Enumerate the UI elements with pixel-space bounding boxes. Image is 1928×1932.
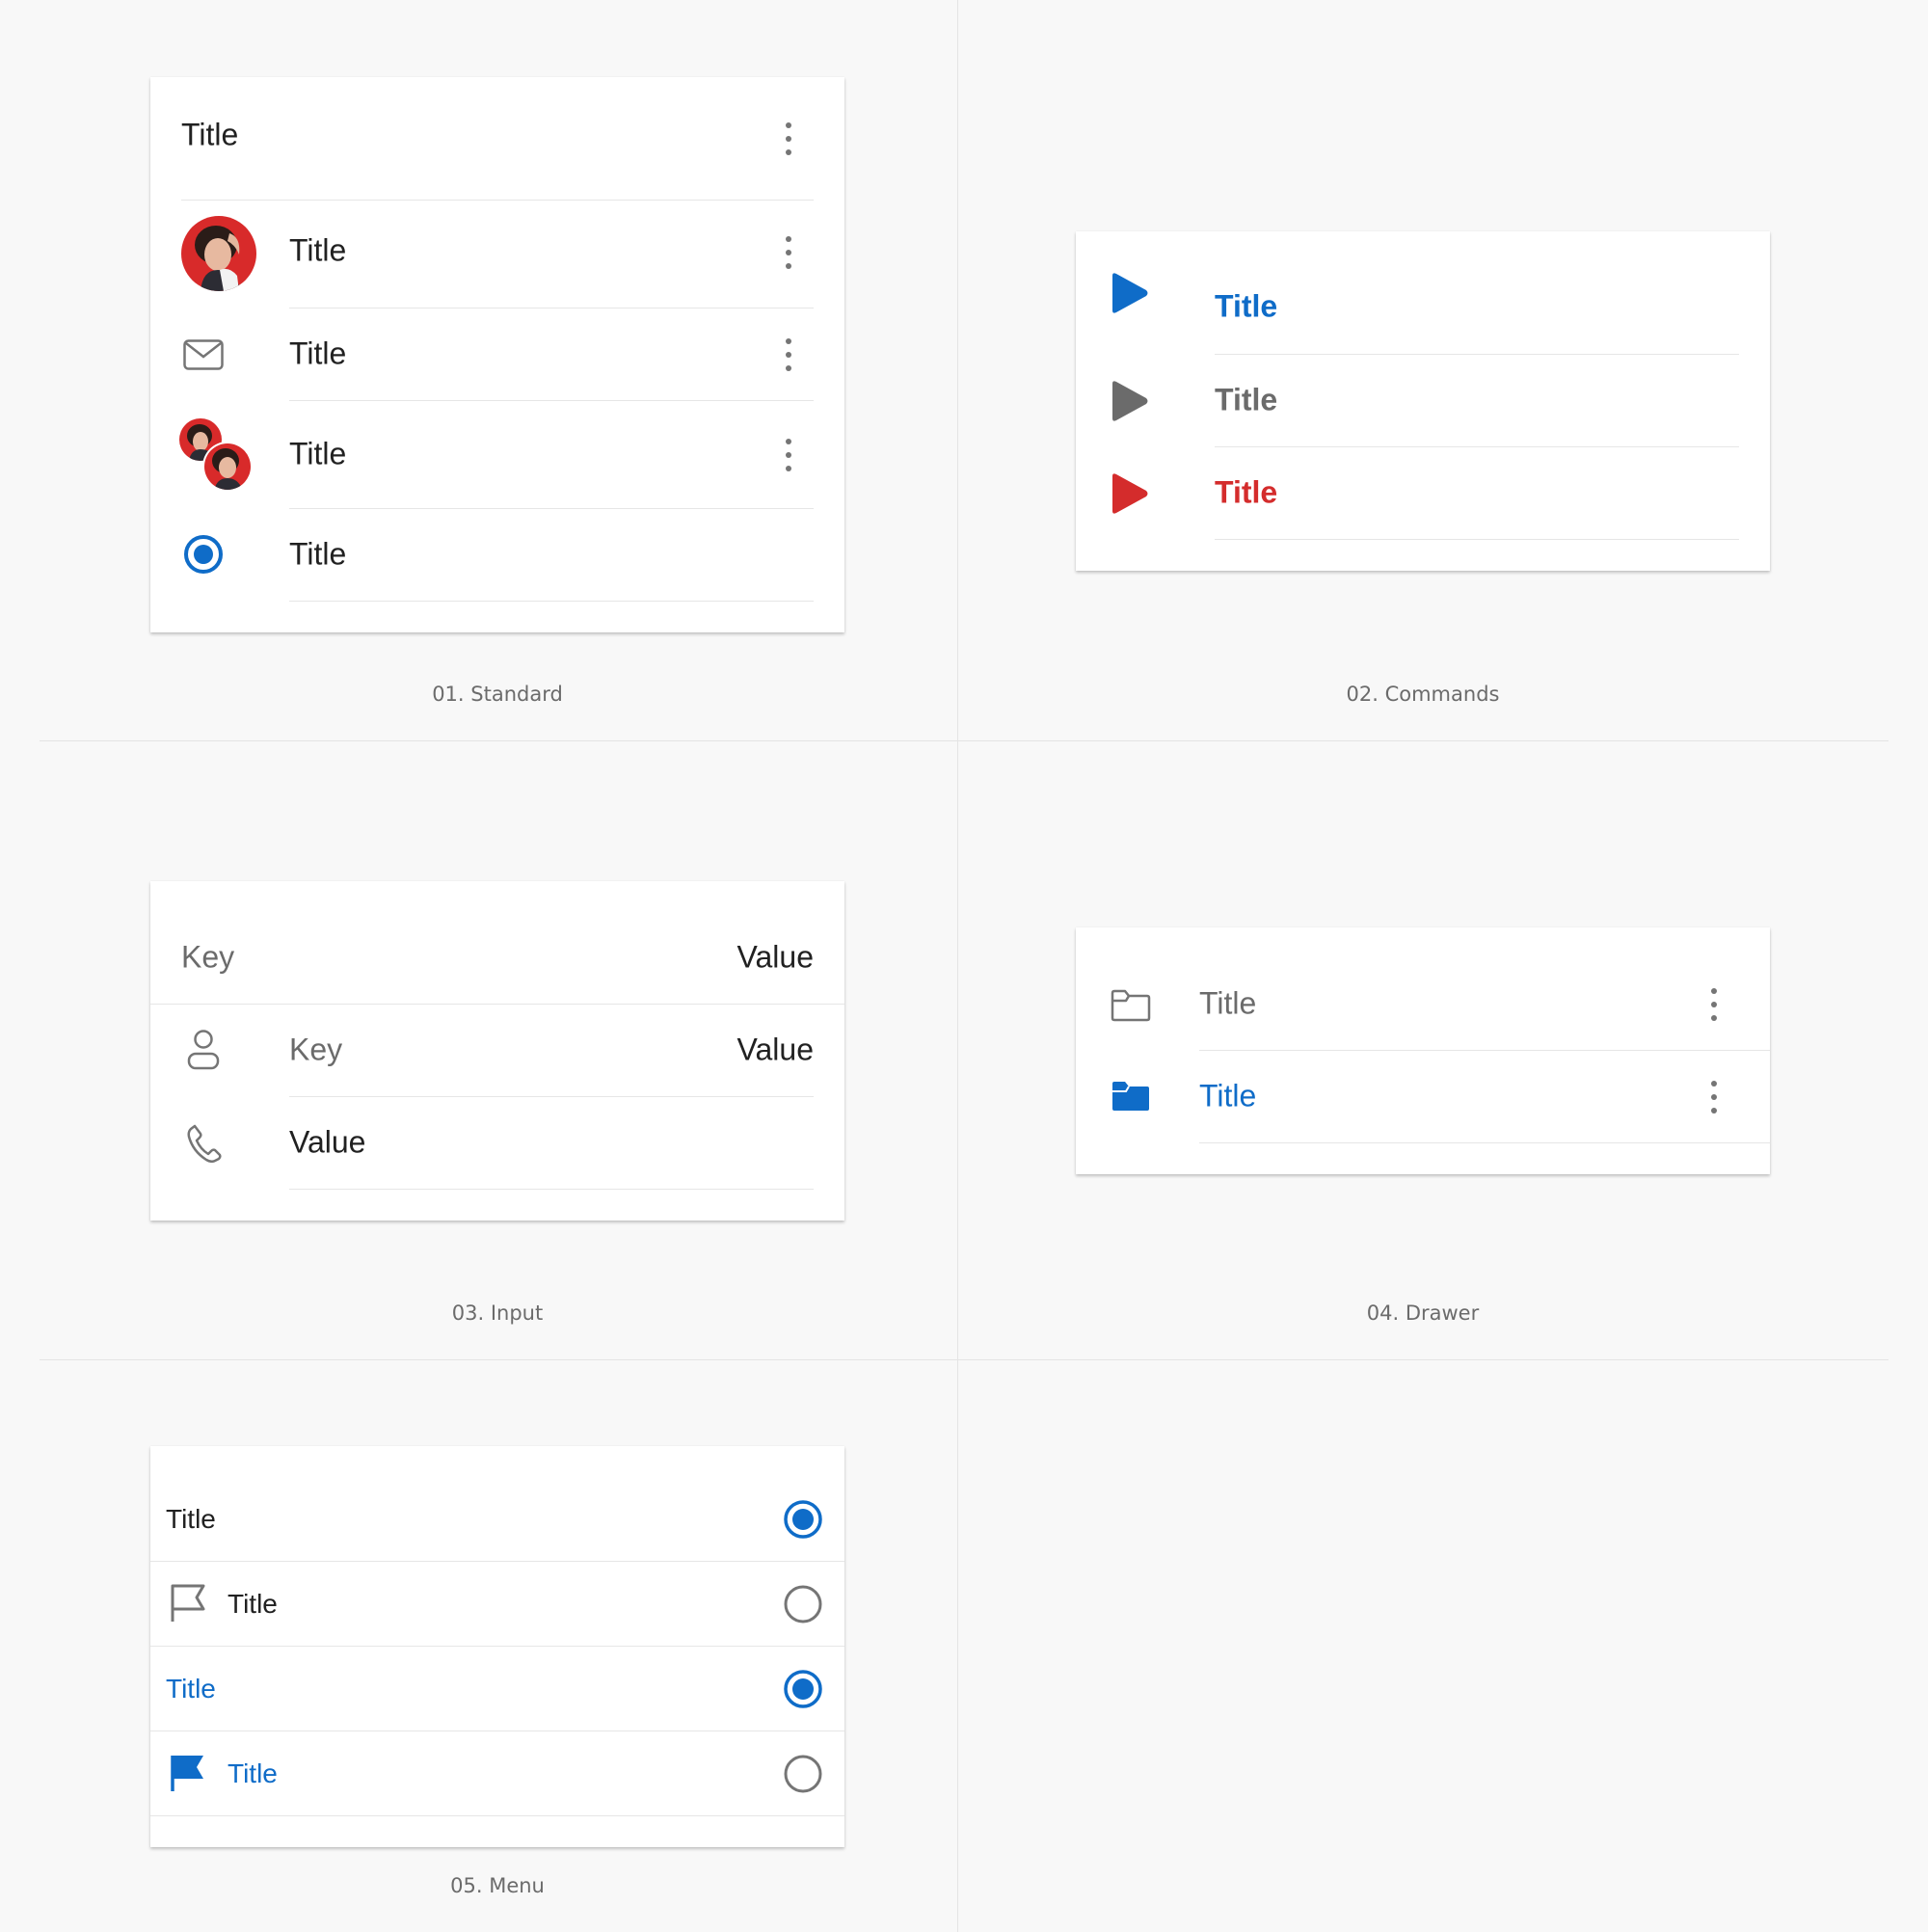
list-item-title: Title (289, 335, 347, 371)
drawer-item-title: Title (1199, 985, 1257, 1021)
menu-item[interactable]: Title (150, 1446, 844, 1561)
radio-unselected-icon[interactable] (783, 1584, 823, 1624)
vertical-divider (957, 0, 958, 1932)
more-vertical-icon[interactable] (785, 439, 792, 471)
list-item[interactable]: Title (150, 201, 844, 308)
radio-unselected-icon[interactable] (783, 1754, 823, 1794)
more-vertical-icon[interactable] (785, 122, 792, 155)
section-caption: 04. Drawer (1366, 1301, 1480, 1325)
key-label: Key (289, 1032, 343, 1067)
folder-outline-icon (1111, 989, 1151, 1022)
value-text[interactable]: Value (737, 1033, 814, 1068)
input-header: Key Value (150, 881, 844, 1004)
command-title: Title (1215, 382, 1278, 417)
horizontal-divider (40, 740, 1888, 741)
radio-selected-icon[interactable] (783, 1499, 823, 1540)
menu-item-title: Title (228, 1589, 278, 1619)
command-item[interactable]: Title (1076, 355, 1770, 446)
menu-list-card: Title Title Title Title (150, 1446, 844, 1847)
menu-item[interactable]: Title (150, 1562, 844, 1646)
command-title: Title (1215, 474, 1278, 510)
mail-icon (183, 339, 224, 370)
divider (289, 1189, 814, 1190)
menu-item[interactable]: Title (150, 1731, 844, 1815)
section-caption: 05. Menu (450, 1874, 545, 1897)
command-item[interactable]: Title (1076, 231, 1770, 354)
section-caption: 02. Commands (1346, 683, 1500, 706)
list-item-title: Title (289, 436, 347, 471)
drawer-item-selected[interactable]: Title (1076, 1051, 1770, 1142)
horizontal-divider (40, 1359, 1888, 1360)
menu-item-title: Title (166, 1674, 216, 1704)
menu-item-title: Title (228, 1758, 278, 1788)
drawer-item[interactable]: Title (1076, 927, 1770, 1050)
person-icon (187, 1030, 220, 1070)
divider (1215, 539, 1739, 540)
phone-icon (187, 1124, 222, 1163)
divider (289, 601, 814, 602)
play-icon (1112, 273, 1148, 313)
section-caption: 03. Input (451, 1301, 544, 1325)
list-item-title: Title (289, 536, 347, 572)
standard-list-card: Title Title Title Title Title (150, 77, 844, 632)
play-icon (1112, 473, 1148, 514)
header-title: Title (181, 117, 239, 152)
section-caption: 01. Standard (432, 683, 563, 706)
divider (150, 1815, 844, 1816)
drawer-list-card: Title Title (1076, 927, 1770, 1174)
more-vertical-icon[interactable] (1710, 988, 1718, 1021)
more-vertical-icon[interactable] (785, 338, 792, 371)
list-item[interactable]: Title (150, 401, 844, 508)
command-item[interactable]: Title (1076, 447, 1770, 539)
avatar-photo (181, 216, 256, 291)
value-text[interactable]: Value (737, 940, 814, 976)
key-label: Key (181, 939, 235, 975)
command-title: Title (1215, 288, 1278, 324)
commands-list-card: Title Title Title (1076, 231, 1770, 571)
input-item[interactable]: Key Value (150, 1005, 844, 1096)
play-icon (1112, 381, 1148, 421)
value-text[interactable]: Value (289, 1125, 365, 1161)
list-item-title: Title (289, 232, 347, 268)
flag-outline-icon (171, 1584, 205, 1622)
group-avatar (179, 418, 253, 492)
radio-selected-icon[interactable] (183, 534, 224, 575)
more-vertical-icon[interactable] (1710, 1081, 1718, 1114)
input-item[interactable]: Value (150, 1097, 844, 1189)
input-list-card: Key Value Key Value Value (150, 881, 844, 1221)
flag-filled-icon (171, 1756, 203, 1791)
radio-selected-icon[interactable] (783, 1669, 823, 1709)
list-item[interactable]: Title (150, 509, 844, 601)
menu-item[interactable]: Title (150, 1647, 844, 1731)
folder-filled-icon (1112, 1082, 1149, 1111)
list-header: Title (150, 77, 844, 200)
drawer-item-title: Title (1199, 1078, 1257, 1114)
menu-item-title: Title (166, 1504, 216, 1534)
more-vertical-icon[interactable] (785, 236, 792, 269)
divider (1199, 1142, 1770, 1143)
list-item[interactable]: Title (150, 309, 844, 400)
